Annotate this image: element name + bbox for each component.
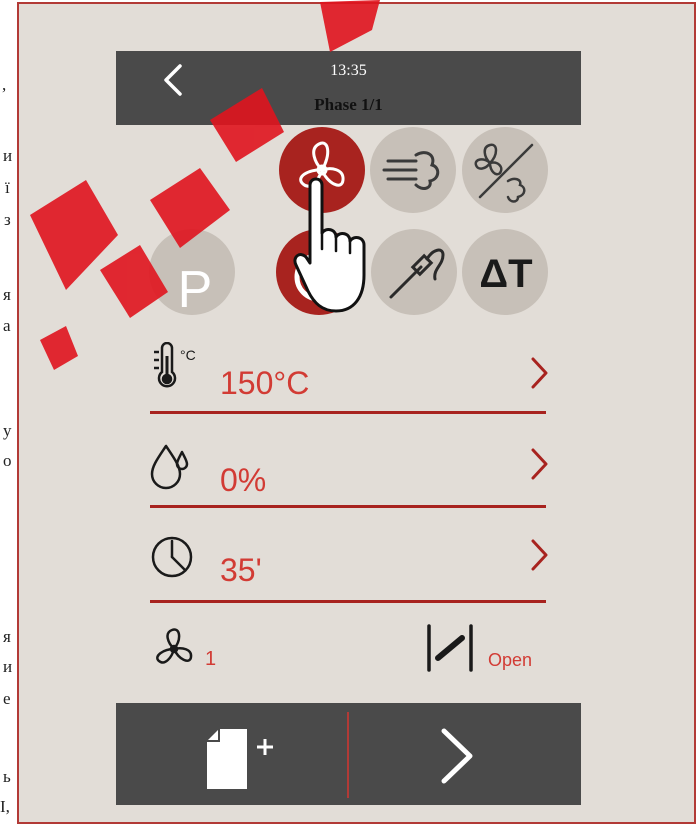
clock-time: 13:35 bbox=[330, 62, 367, 79]
chevron-right-icon[interactable] bbox=[526, 446, 552, 482]
thermometer-icon bbox=[154, 342, 177, 388]
doc-fragment: у bbox=[3, 421, 12, 440]
p-label: P bbox=[178, 261, 213, 315]
doc-fragment: о bbox=[3, 451, 12, 470]
doc-fragment: , bbox=[2, 75, 7, 94]
chevron-right-icon bbox=[441, 728, 473, 784]
delta-t-icon: ΔT bbox=[479, 252, 532, 296]
program-button[interactable]: P bbox=[149, 229, 235, 315]
temperature-unit: °C bbox=[180, 347, 196, 363]
phase-label: Phase 1/1 bbox=[314, 95, 383, 114]
vent-status: Open bbox=[488, 650, 533, 670]
vent-damper-icon[interactable] bbox=[424, 622, 480, 674]
hand-pointer-icon bbox=[293, 177, 366, 313]
humidity-value: 0% bbox=[220, 462, 267, 498]
fan-steam-off-icon bbox=[474, 143, 534, 203]
fan-speed-value: 1 bbox=[205, 648, 217, 670]
divider-line bbox=[150, 505, 546, 508]
humidity-drop-icon bbox=[150, 444, 189, 490]
delta-t-label: ΔT bbox=[479, 252, 532, 296]
doc-fragment: я bbox=[3, 285, 11, 304]
divider-line bbox=[150, 600, 546, 603]
doc-fragment: я bbox=[3, 627, 11, 646]
delta-t-button[interactable]: ΔT bbox=[462, 229, 548, 315]
doc-fragment: е bbox=[3, 689, 11, 708]
clock-icon bbox=[151, 536, 193, 578]
p-icon: P bbox=[178, 261, 213, 315]
doc-fragment: ї bbox=[5, 178, 10, 197]
next-button[interactable] bbox=[436, 725, 480, 787]
chevron-right-icon[interactable] bbox=[526, 355, 552, 391]
bottom-bar-divider bbox=[347, 712, 349, 798]
time-row[interactable] bbox=[150, 530, 546, 590]
temperature-value: 150°C bbox=[220, 365, 310, 401]
new-document-icon bbox=[207, 729, 273, 789]
add-phase-button[interactable] bbox=[205, 727, 275, 791]
temperature-row[interactable] bbox=[150, 343, 546, 403]
doc-fragment: и bbox=[3, 657, 13, 676]
doc-fragment: з bbox=[4, 210, 11, 229]
doc-fragment: ь bbox=[3, 767, 11, 786]
humidity-row[interactable] bbox=[150, 440, 546, 500]
doc-fragment: а bbox=[3, 316, 11, 335]
chevron-right-icon[interactable] bbox=[526, 537, 552, 573]
divider-line bbox=[150, 411, 546, 414]
time-value: 35' bbox=[220, 552, 262, 588]
fan-steam-off-button[interactable] bbox=[462, 127, 548, 213]
doc-fragment: І, bbox=[0, 797, 10, 816]
fan-speed-icon[interactable] bbox=[150, 625, 198, 673]
doc-fragment: и bbox=[3, 146, 13, 165]
